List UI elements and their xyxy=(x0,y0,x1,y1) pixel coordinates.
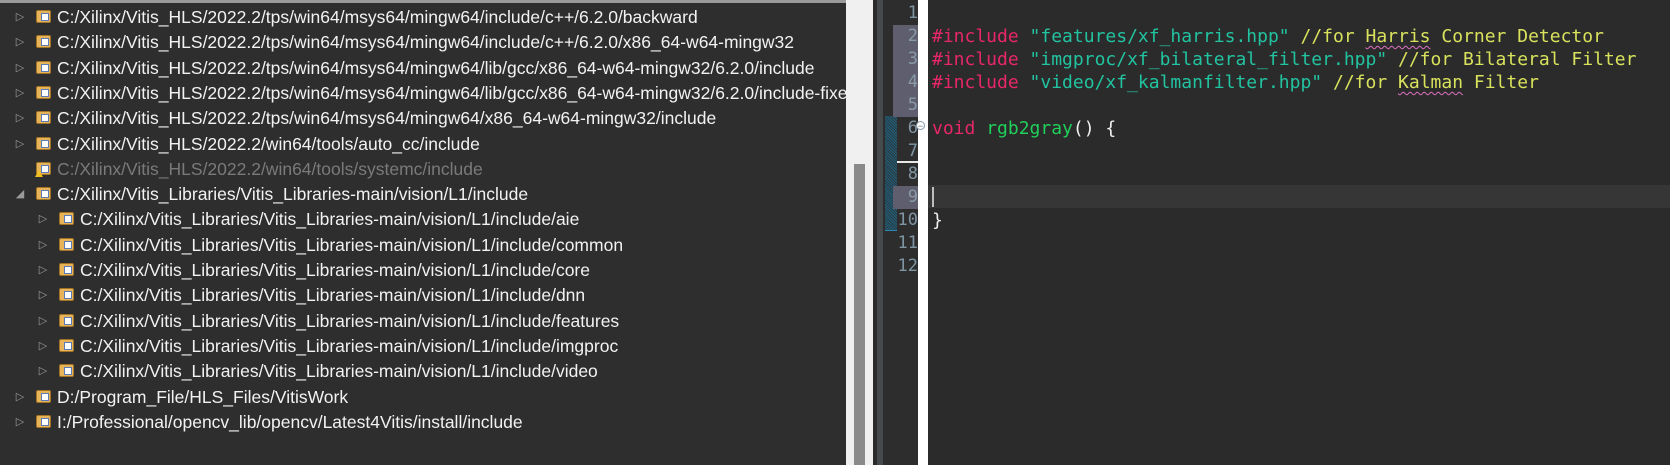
collapsed-arrow-icon[interactable]: ▷ xyxy=(36,308,50,335)
code-line: void rgb2gray() { xyxy=(932,117,1116,140)
line-number: 4 xyxy=(893,71,918,94)
collapsed-arrow-icon[interactable]: ▷ xyxy=(13,80,27,107)
include-folder-icon xyxy=(36,10,51,23)
collapsed-arrow-icon[interactable]: ▷ xyxy=(36,206,50,233)
include-folder-icon xyxy=(59,263,74,276)
code-token: "features/xf_harris.hpp" xyxy=(1029,26,1290,47)
line-number: 9 xyxy=(893,186,918,209)
include-path-label: C:/Xilinx/Vitis_Libraries/Vitis_Librarie… xyxy=(80,209,580,230)
code-token: Corner Detector xyxy=(1430,26,1604,47)
code-line: #include "imgproc/xf_bilateral_filter.hp… xyxy=(932,48,1636,71)
include-folder-icon xyxy=(35,161,51,177)
warning-icon xyxy=(35,169,43,177)
include-folder-icon xyxy=(36,389,51,403)
tree-vertical-scrollbar[interactable] xyxy=(846,0,873,465)
collapsed-arrow-icon[interactable]: ▷ xyxy=(36,358,50,385)
fold-collapse-icon[interactable]: − xyxy=(916,121,925,131)
line-number: 5 xyxy=(893,94,918,117)
line-separator xyxy=(897,161,918,163)
include-path-label: C:/Xilinx/Vitis_HLS/2022.2/win64/tools/a… xyxy=(57,133,480,154)
line-number: 1 xyxy=(907,3,918,23)
line-number: 10 xyxy=(897,210,918,230)
code-token: //for xyxy=(1289,26,1366,47)
include-path-label: C:/Xilinx/Vitis_Libraries/Vitis_Librarie… xyxy=(57,184,529,205)
line-number: 8 xyxy=(907,164,918,184)
include-paths-tree[interactable]: ▷ C:/Xilinx/Vitis_HLS/2022.2/tps/win64/ms… xyxy=(0,0,846,465)
collapsed-arrow-icon[interactable]: ▷ xyxy=(13,4,27,31)
include-folder-icon xyxy=(36,414,51,428)
collapsed-arrow-icon[interactable]: ▷ xyxy=(36,257,50,284)
include-path-label: C:/Xilinx/Vitis_Libraries/Vitis_Librarie… xyxy=(80,234,624,255)
code-line: } xyxy=(932,209,943,232)
collapsed-arrow-icon[interactable]: ▷ xyxy=(13,131,27,158)
line-number: 2 xyxy=(893,25,918,48)
current-line-highlight xyxy=(928,185,1670,208)
include-path-label: C:/Xilinx/Vitis_HLS/2022.2/tps/win64/msy… xyxy=(57,82,846,103)
line-number: 3 xyxy=(893,48,918,71)
include-path-label: C:/Xilinx/Vitis_HLS/2022.2/tps/win64/msy… xyxy=(57,32,795,53)
code-token: } xyxy=(932,210,943,231)
code-token: void xyxy=(932,118,976,139)
line-number: 6 xyxy=(907,118,918,138)
collapsed-arrow-icon[interactable]: ▷ xyxy=(13,105,27,132)
include-folder-icon xyxy=(36,187,51,201)
scrollbar-thumb[interactable] xyxy=(854,164,865,465)
code-token: //for Bilateral Filter xyxy=(1387,49,1637,70)
code-token: #include xyxy=(932,26,1019,47)
include-path-label: C:/Xilinx/Vitis_Libraries/Vitis_Librarie… xyxy=(80,335,619,356)
change-marker xyxy=(885,116,897,231)
include-path-label: C:/Xilinx/Vitis_Libraries/Vitis_Librarie… xyxy=(80,285,586,306)
include-path-label: C:/Xilinx/Vitis_HLS/2022.2/win64/tools/s… xyxy=(57,158,483,179)
include-folder-icon xyxy=(36,111,51,125)
include-path-label: C:/Xilinx/Vitis_HLS/2022.2/tps/win64/msy… xyxy=(57,57,815,78)
code-line: #include "features/xf_harris.hpp" //for … xyxy=(932,25,1604,48)
collapsed-arrow-icon[interactable]: ▷ xyxy=(36,232,50,259)
line-number: 12 xyxy=(897,256,918,276)
collapsed-arrow-icon[interactable]: ▷ xyxy=(13,55,27,82)
collapsed-arrow-icon[interactable]: ▷ xyxy=(13,409,27,436)
folding-ruler xyxy=(918,0,928,465)
code-token: #include xyxy=(932,49,1019,70)
code-token: Harris xyxy=(1365,26,1431,47)
code-editor[interactable]: #include "features/xf_harris.hpp" //for … xyxy=(928,0,1670,465)
collapsed-arrow-icon[interactable]: ▷ xyxy=(36,282,50,309)
code-line: #include "video/xf_kalmanfilter.hpp" //f… xyxy=(932,71,1539,94)
line-number: 11 xyxy=(897,233,918,253)
code-token: #include xyxy=(932,72,1019,93)
include-folder-icon xyxy=(59,288,74,302)
include-path-label: C:/Xilinx/Vitis_Libraries/Vitis_Librarie… xyxy=(80,310,620,331)
include-folder-icon xyxy=(36,136,51,150)
include-folder-icon xyxy=(59,338,74,352)
text-caret xyxy=(932,187,934,207)
include-folder-icon xyxy=(36,35,51,49)
code-token: Filter xyxy=(1463,72,1539,93)
include-folder-icon xyxy=(36,85,51,99)
collapsed-arrow-icon[interactable]: ▷ xyxy=(13,29,27,56)
code-token: "imgproc/xf_bilateral_filter.hpp" xyxy=(1029,49,1388,70)
include-path-label: C:/Xilinx/Vitis_HLS/2022.2/tps/win64/msy… xyxy=(57,108,717,129)
include-path-label: D:/Program_File/HLS_Files/VitisWork xyxy=(57,386,349,407)
line-number: 7 xyxy=(907,141,918,161)
include-folder-icon xyxy=(59,237,74,251)
expanded-arrow-icon[interactable]: ◢ xyxy=(13,181,27,208)
code-token: "video/xf_kalmanfilter.hpp" xyxy=(1029,72,1323,93)
code-token: Kalman xyxy=(1398,72,1464,93)
collapsed-arrow-icon[interactable]: ▷ xyxy=(13,384,27,411)
code-token: rgb2gray xyxy=(986,118,1073,139)
include-folder-icon xyxy=(36,60,51,74)
include-path-label: C:/Xilinx/Vitis_Libraries/Vitis_Librarie… xyxy=(80,260,590,280)
code-token: () { xyxy=(1072,118,1117,139)
code-token: //for xyxy=(1322,72,1399,93)
include-path-label: I:/Professional/opencv_lib/opencv/Latest… xyxy=(57,411,523,432)
include-path-label: C:/Xilinx/Vitis_HLS/2022.2/tps/win64/msy… xyxy=(57,7,698,27)
include-folder-icon xyxy=(59,212,74,226)
include-folder-icon xyxy=(59,313,74,327)
include-folder-icon xyxy=(59,364,74,378)
collapsed-arrow-icon[interactable]: ▷ xyxy=(36,333,50,360)
include-path-label: C:/Xilinx/Vitis_Libraries/Vitis_Librarie… xyxy=(80,361,598,382)
